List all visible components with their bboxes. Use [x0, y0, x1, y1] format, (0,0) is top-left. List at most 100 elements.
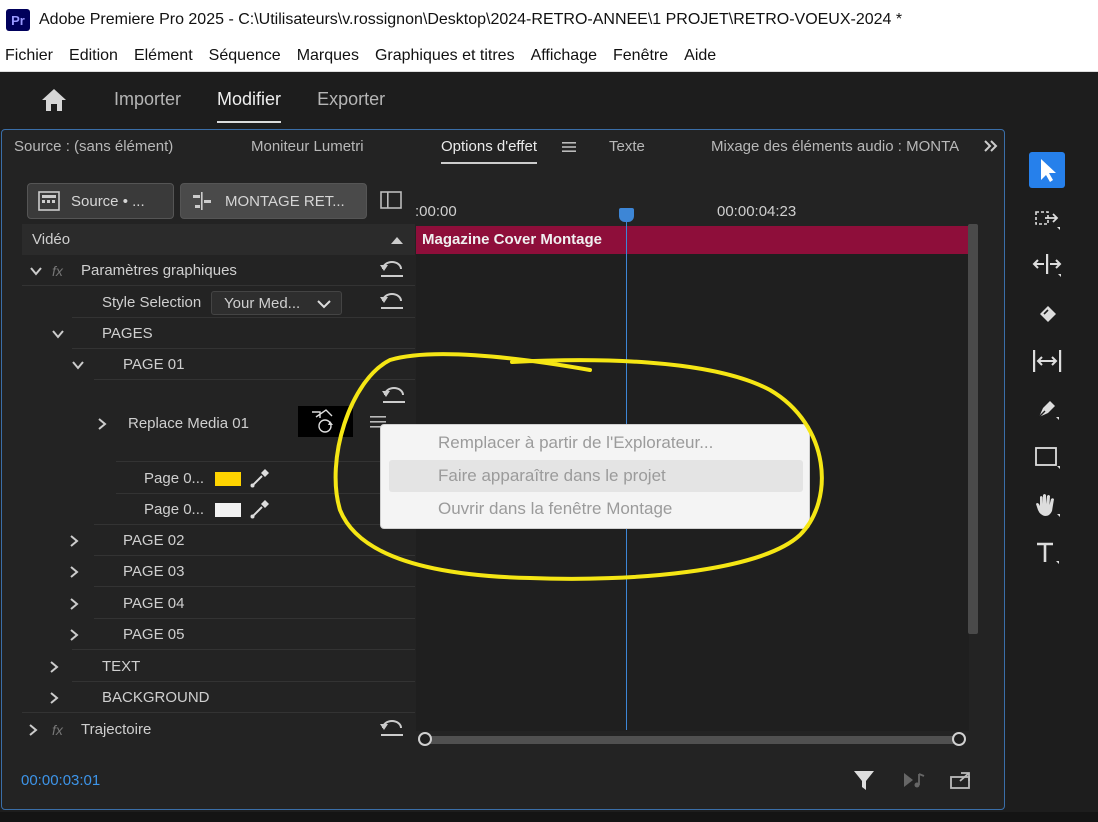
chevron-right-icon[interactable] — [68, 566, 80, 578]
chevron-right-icon[interactable] — [68, 598, 80, 610]
track-select-icon — [1035, 211, 1060, 230]
menu-affichage[interactable]: Affichage — [526, 47, 607, 65]
chevron-right-icon[interactable] — [68, 535, 80, 547]
eyedropper-icon[interactable] — [249, 467, 271, 489]
page04-row[interactable]: PAGE 04 — [22, 588, 415, 619]
export-frame-icon[interactable] — [949, 770, 973, 790]
sequence-label: MONTAGE RET... — [225, 192, 345, 210]
page02-label: PAGE 02 — [123, 532, 185, 549]
trajectory-label: Trajectoire — [81, 721, 152, 738]
pen-tool-button[interactable] — [1029, 391, 1065, 427]
graphic-params-row[interactable]: fx Paramètres graphiques — [22, 255, 415, 286]
rectangle-tool-button[interactable] — [1029, 439, 1065, 475]
style-selection-dropdown[interactable]: Your Med... — [211, 291, 342, 315]
timeline-horizontal-scrollbar[interactable] — [418, 732, 966, 746]
chevron-down-icon[interactable] — [30, 265, 42, 277]
tab-audio-mixer[interactable]: Mixage des éléments audio : MONTA — [711, 138, 977, 155]
video-section-header[interactable]: Vidéo — [22, 224, 415, 255]
trajectory-row[interactable]: fx Trajectoire — [22, 714, 415, 745]
title-bar: Pr Adobe Premiere Pro 2025 - C:\Utilisat… — [0, 0, 1098, 40]
tab-lumetri-monitor[interactable]: Moniteur Lumetri — [251, 138, 364, 155]
tab-importer[interactable]: Importer — [114, 72, 181, 127]
menu-fenetre[interactable]: Fenêtre — [608, 47, 678, 65]
menu-marques[interactable]: Marques — [292, 47, 369, 65]
menu-bar: Fichier Edition Elément Séquence Marques… — [0, 40, 1098, 72]
hand-icon — [1036, 494, 1060, 517]
page05-row[interactable]: PAGE 05 — [22, 619, 415, 650]
page-color-label-2: Page 0... — [144, 501, 205, 518]
text-row[interactable]: TEXT — [22, 651, 415, 682]
current-timecode[interactable]: 00:00:03:01 — [21, 772, 100, 789]
tab-text[interactable]: Texte — [609, 138, 645, 155]
tab-exporter[interactable]: Exporter — [317, 72, 385, 127]
rectangle-icon — [1035, 447, 1060, 469]
hand-tool-button[interactable] — [1029, 487, 1065, 523]
premiere-logo-icon: Pr — [6, 9, 30, 31]
menu-element[interactable]: Elément — [129, 47, 203, 65]
menu-sequence[interactable]: Séquence — [204, 47, 291, 65]
playhead-handle[interactable] — [619, 208, 634, 222]
source-clip-selector[interactable]: Source • ... — [27, 183, 174, 219]
reset-icon[interactable] — [379, 720, 405, 738]
ruler-end-time: 00:00:04:23 — [717, 203, 797, 220]
page05-label: PAGE 05 — [123, 626, 185, 643]
razor-tool-button[interactable] — [1029, 295, 1065, 331]
source-clip-label: Source • ... — [71, 192, 145, 210]
more-tabs-icon[interactable] — [983, 139, 999, 153]
menu-fichier[interactable]: Fichier — [0, 47, 63, 65]
scroll-end-handle[interactable] — [952, 732, 966, 746]
selection-tool-icon — [1041, 159, 1056, 182]
tab-modifier[interactable]: Modifier — [217, 72, 282, 127]
chevron-right-icon[interactable] — [48, 661, 60, 673]
timeline-clip[interactable]: Magazine Cover Montage — [416, 226, 969, 254]
text-label: TEXT — [102, 658, 141, 675]
ripple-edit-tool-button[interactable] — [1029, 247, 1065, 283]
chevron-right-icon[interactable] — [96, 418, 108, 430]
menu-graphiques[interactable]: Graphiques et titres — [370, 47, 525, 65]
filter-icon[interactable] — [853, 769, 875, 791]
track-select-tool-button[interactable] — [1029, 201, 1065, 237]
tab-effect-options[interactable]: Options d'effet — [441, 138, 537, 164]
chevron-down-icon[interactable] — [72, 359, 84, 371]
replace-media-label: Replace Media 01 — [128, 415, 249, 432]
type-icon — [1037, 542, 1059, 564]
play-audio-icon[interactable] — [902, 770, 926, 790]
sequence-icon — [193, 192, 211, 210]
menu-edition[interactable]: Edition — [64, 47, 128, 65]
chevron-down-icon[interactable] — [52, 328, 64, 340]
eyedropper-icon[interactable] — [249, 498, 271, 520]
page01-label: PAGE 01 — [123, 356, 185, 373]
slip-tool-button[interactable] — [1029, 343, 1065, 379]
tab-effect-options-label: Options d'effet — [441, 138, 537, 155]
tab-source[interactable]: Source : (sans élément) — [14, 138, 173, 155]
menu-aide[interactable]: Aide — [679, 47, 726, 65]
yellow-color-swatch[interactable] — [215, 472, 241, 486]
sequence-selector[interactable]: MONTAGE RET... — [180, 183, 367, 219]
style-selection-row: Style Selection Your Med... — [22, 287, 415, 318]
chevron-right-icon[interactable] — [48, 692, 60, 704]
scroll-start-handle[interactable] — [418, 732, 432, 746]
white-color-swatch[interactable] — [215, 503, 241, 517]
fx-icon: fx — [52, 721, 63, 738]
chevron-down-icon — [317, 300, 331, 309]
clip-icon — [38, 191, 60, 211]
chevron-right-icon[interactable] — [27, 724, 39, 736]
selection-tool-button[interactable] — [1029, 152, 1065, 188]
show-timeline-icon[interactable] — [380, 191, 402, 209]
timeline-vertical-scrollbar[interactable] — [968, 224, 978, 634]
slip-icon — [1033, 350, 1062, 372]
pages-row[interactable]: PAGES — [22, 318, 415, 349]
background-row[interactable]: BACKGROUND — [22, 682, 415, 713]
razor-icon — [1040, 306, 1056, 322]
type-tool-button[interactable] — [1029, 535, 1065, 571]
panel-menu-icon[interactable] — [562, 141, 576, 153]
home-icon[interactable] — [39, 85, 69, 115]
ruler-start-time: :00:00 — [415, 203, 457, 220]
collapse-up-icon[interactable] — [391, 236, 403, 244]
tools-panel — [1013, 129, 1098, 810]
video-header-label: Vidéo — [32, 231, 71, 248]
reset-icon[interactable] — [379, 261, 405, 279]
ripple-edit-icon — [1032, 254, 1062, 277]
reset-icon[interactable] — [379, 293, 405, 311]
chevron-right-icon[interactable] — [68, 629, 80, 641]
